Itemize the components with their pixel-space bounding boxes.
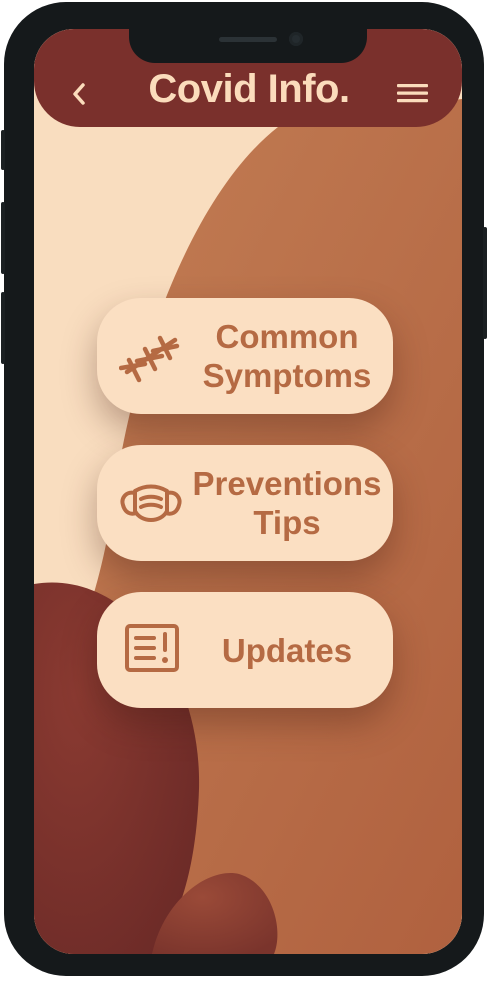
volume-down-button — [1, 292, 5, 364]
silent-switch — [1, 130, 5, 170]
power-button — [483, 227, 487, 339]
updates-button[interactable]: Updates — [97, 592, 393, 708]
prevention-tips-label: Preventions Tips — [192, 465, 382, 541]
phone-notch — [129, 29, 367, 63]
front-camera — [289, 32, 303, 46]
common-symptoms-button[interactable]: Common Symptoms — [97, 298, 393, 414]
phone-frame: Covid Info. Common Symptoms Preventions … — [1, 2, 487, 976]
page-title: Covid Info. — [148, 67, 350, 111]
volume-up-button — [1, 202, 5, 274]
chevron-left-icon — [73, 83, 85, 105]
speaker-grille — [219, 37, 277, 42]
face-mask-icon — [119, 471, 183, 535]
news-alert-icon — [119, 618, 183, 682]
app-screen: Covid Info. Common Symptoms Preventions … — [34, 29, 462, 954]
hamburger-menu-icon — [397, 84, 428, 103]
common-symptoms-label: Common Symptoms — [202, 318, 372, 394]
updates-label: Updates — [221, 631, 353, 669]
virus-stitches-icon — [118, 324, 183, 388]
prevention-tips-button[interactable]: Preventions Tips — [97, 445, 393, 561]
back-button[interactable] — [68, 79, 92, 109]
app-header: Covid Info. — [34, 29, 462, 127]
menu-button[interactable] — [396, 81, 430, 107]
